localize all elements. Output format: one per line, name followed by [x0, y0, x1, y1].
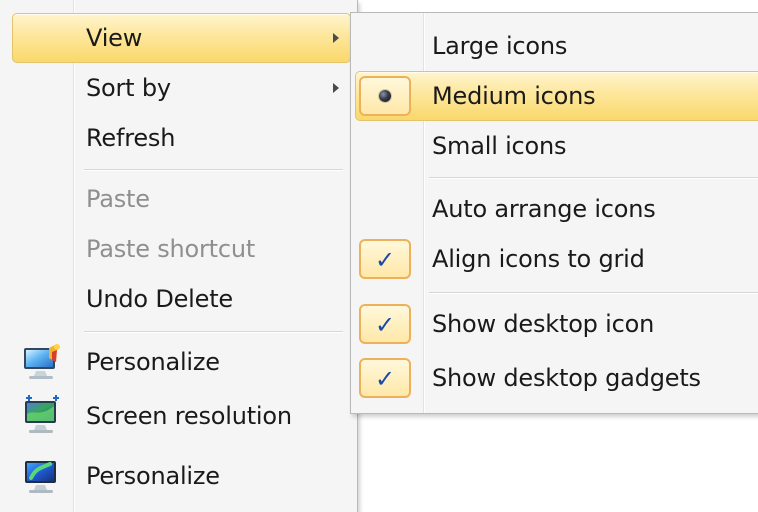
submenu-item-medium-icons-label: Medium icons	[432, 82, 596, 110]
menu-item-personalize[interactable]: Personalize	[0, 336, 357, 388]
menu-item-undo-delete-label: Undo Delete	[86, 285, 233, 313]
submenu-item-show-desktop-gadgets[interactable]: ✓ Show desktop gadgets	[351, 353, 758, 403]
menu-item-refresh-label: Refresh	[86, 124, 176, 152]
checkmark-icon: ✓	[359, 239, 411, 279]
personalize-icon	[18, 340, 64, 384]
submenu-item-auto-arrange-icons[interactable]: Auto arrange icons	[351, 184, 758, 234]
menu-item-screen-resolution-label: Screen resolution	[86, 402, 292, 430]
submenu-item-large-icons[interactable]: Large icons	[351, 21, 758, 71]
checkmark-icon: ✓	[359, 304, 411, 344]
chevron-right-icon	[333, 83, 339, 93]
menu-item-refresh[interactable]: Refresh	[0, 113, 357, 163]
checkmark-icon: ✓	[359, 358, 411, 398]
main-menu-separator-2	[84, 331, 343, 332]
submenu-separator-1	[429, 177, 758, 178]
radio-dot-icon	[379, 90, 391, 102]
submenu-item-show-desktop-icon-label: Show desktop icon	[432, 310, 655, 338]
menu-item-paste-label: Paste	[86, 185, 150, 213]
desktop-context-menu: View Sort by Refresh Paste Paste shortcu…	[0, 0, 358, 512]
check-glyph: ✓	[374, 365, 396, 393]
submenu-item-show-desktop-gadgets-label: Show desktop gadgets	[432, 364, 701, 392]
menu-item-paste: Paste	[0, 174, 357, 224]
radio-selected-icon	[359, 76, 411, 116]
main-menu-separator-1	[84, 169, 343, 170]
submenu-item-align-icons-to-grid-label: Align icons to grid	[432, 245, 645, 273]
menu-item-undo-delete[interactable]: Undo Delete	[0, 274, 357, 324]
chevron-right-icon	[333, 33, 339, 43]
check-glyph: ✓	[374, 246, 396, 274]
submenu-item-small-icons[interactable]: Small icons	[351, 121, 758, 171]
submenu-item-small-icons-label: Small icons	[432, 132, 567, 160]
menu-item-personalize-second[interactable]: Personalize	[0, 450, 357, 502]
menu-item-view-label: View	[86, 24, 143, 52]
menu-item-personalize-second-label: Personalize	[86, 462, 220, 490]
view-submenu: Large icons Medium icons Small icons Aut…	[350, 12, 758, 414]
personalize-icon	[18, 454, 64, 498]
submenu-item-auto-arrange-icons-label: Auto arrange icons	[432, 195, 656, 223]
submenu-item-show-desktop-icon[interactable]: ✓ Show desktop icon	[351, 299, 758, 349]
menu-item-screen-resolution[interactable]: Screen resolution	[0, 390, 357, 442]
menu-item-personalize-label: Personalize	[86, 348, 220, 376]
menu-item-sort-by-label: Sort by	[86, 74, 171, 102]
submenu-item-align-icons-to-grid[interactable]: ✓ Align icons to grid	[351, 234, 758, 284]
menu-item-paste-shortcut: Paste shortcut	[0, 224, 357, 274]
menu-item-sort-by[interactable]: Sort by	[0, 63, 357, 113]
submenu-item-medium-icons[interactable]: Medium icons	[351, 71, 758, 121]
desktop-context-menu-screenshot: View Sort by Refresh Paste Paste shortcu…	[0, 0, 758, 512]
menu-item-view[interactable]: View	[0, 13, 357, 63]
screen-resolution-icon	[18, 394, 64, 438]
submenu-item-large-icons-label: Large icons	[432, 32, 568, 60]
submenu-separator-2	[429, 292, 758, 293]
check-glyph: ✓	[374, 311, 396, 339]
menu-item-paste-shortcut-label: Paste shortcut	[86, 235, 256, 263]
